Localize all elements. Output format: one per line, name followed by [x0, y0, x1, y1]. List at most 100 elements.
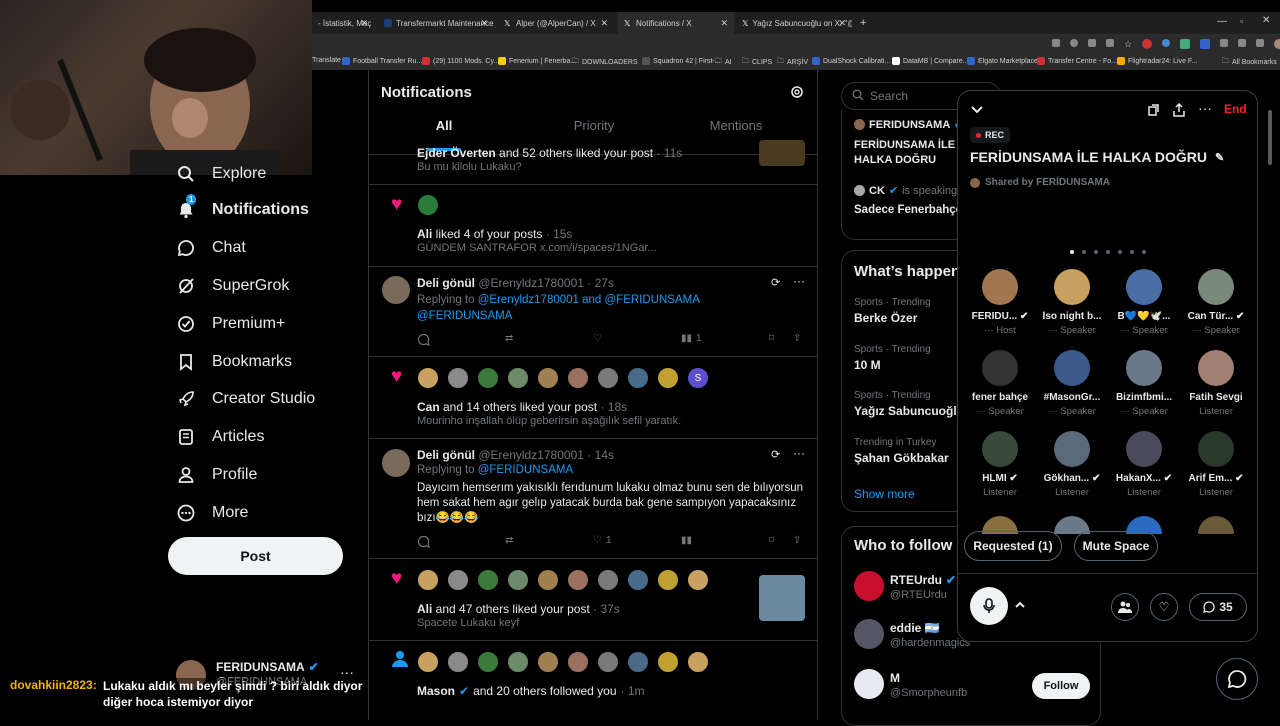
requested-button[interactable]: Requested (1) — [964, 531, 1062, 561]
space-participant[interactable]: Bizimfbmi... ··· Speaker — [1108, 350, 1180, 417]
account-switcher[interactable]: FERIDUNSAMA ✔ — [216, 660, 319, 674]
avatar[interactable] — [537, 569, 559, 591]
avatar[interactable] — [567, 569, 589, 591]
chevron-down-icon[interactable] — [970, 103, 984, 120]
share-button[interactable]: ⇪ — [793, 333, 801, 344]
page-dot[interactable] — [1082, 250, 1086, 254]
address-bar[interactable]: ☆ ⋮ — [312, 34, 1280, 54]
notification-like[interactable]: Can and 14 others liked your post · 18s — [417, 400, 627, 414]
more-icon[interactable]: ··· — [793, 274, 805, 288]
nav-more[interactable]: More — [176, 503, 248, 523]
share-icon[interactable] — [1106, 39, 1114, 47]
bookmark[interactable]: Elgato Marketplace — [967, 57, 1038, 65]
browser-tab[interactable]: - İstatistik, Maç ✕ — [312, 12, 374, 34]
like-button[interactable]: ♡ 1 — [593, 535, 612, 546]
tab-mentions[interactable]: Mentions — [669, 118, 803, 133]
end-space-button[interactable]: End — [1224, 102, 1247, 116]
puzzle-icon[interactable] — [1238, 39, 1247, 47]
trend-item[interactable]: Sports · Trending 10 M — [854, 344, 931, 372]
new-tab-button[interactable]: + — [854, 12, 870, 34]
install-icon[interactable] — [1088, 39, 1096, 47]
scrollbar[interactable] — [1268, 110, 1272, 165]
avatar[interactable] — [537, 367, 559, 389]
bookmark[interactable]: Squadron 42 | First-... — [642, 57, 721, 65]
avatar[interactable] — [1274, 39, 1280, 49]
close-icon[interactable]: ✕ — [838, 18, 846, 29]
page-dot[interactable] — [1070, 250, 1074, 254]
nav-premium[interactable]: Premium+ — [176, 314, 285, 334]
bookmark[interactable]: (29) 1100 Mods. Cy... — [422, 57, 499, 65]
space-participant[interactable]: fener bahçe ··· Speaker — [964, 350, 1036, 417]
notification-like[interactable]: Ali and 47 others liked your post · 37s — [417, 602, 620, 616]
nav-profile[interactable]: Profile — [176, 465, 257, 485]
avatar[interactable] — [597, 367, 619, 389]
follow-button[interactable]: Follow — [1032, 673, 1090, 699]
avatar[interactable] — [417, 367, 439, 389]
avatar[interactable] — [447, 367, 469, 389]
extension-icon[interactable] — [1052, 39, 1060, 47]
follow-suggestion[interactable]: RTEUrdu ✔ — [890, 573, 956, 587]
avatar[interactable] — [447, 569, 469, 591]
nav-bookmarks[interactable]: Bookmarks — [176, 352, 292, 372]
show-more-link[interactable]: Show more — [854, 487, 915, 501]
extension-icon[interactable] — [1180, 39, 1191, 49]
avatar[interactable] — [477, 651, 499, 673]
avatar[interactable] — [477, 569, 499, 591]
more-icon[interactable]: ··· — [1198, 100, 1212, 116]
bookmark[interactable]: Football Transfer Ru... — [342, 57, 422, 65]
close-icon[interactable]: ✕ — [720, 18, 728, 29]
views-button[interactable]: ▮▮ 1 — [681, 333, 702, 344]
avatar[interactable] — [507, 569, 529, 591]
nav-chat[interactable]: Chat — [176, 238, 246, 258]
space-participant[interactable]: B💙💛🕊️... ··· Speaker — [1108, 269, 1180, 336]
space-participant[interactable]: İso night b... ··· Speaker — [1036, 269, 1108, 336]
space-participant[interactable]: Gökhan... ✔ Listener — [1036, 431, 1108, 498]
bookmark-folder[interactable]: 🗀 AI — [715, 57, 732, 68]
avatar[interactable] — [657, 367, 679, 389]
bookmark-button[interactable]: ⌑ — [769, 333, 774, 344]
page-dot[interactable] — [1106, 250, 1110, 254]
browser-tab[interactable]: 𝕏Yağız Sabuncuoğlu on X: "@Be✕ — [736, 12, 852, 34]
share-icon[interactable] — [1172, 102, 1186, 120]
avatar[interactable] — [854, 669, 884, 699]
avatar[interactable]: S — [687, 367, 709, 389]
reply-button[interactable] — [417, 333, 430, 346]
sidebar-icon[interactable] — [1256, 39, 1265, 47]
notification-like[interactable]: Ejder Överten and 52 others liked your p… — [417, 146, 682, 160]
reply-button[interactable] — [417, 535, 430, 548]
avatar[interactable] — [381, 448, 411, 478]
react-button[interactable]: ♡ — [1150, 593, 1178, 621]
bookmark[interactable]: Fenerium | Fenerba... — [498, 57, 576, 65]
avatar[interactable] — [687, 569, 709, 591]
avatar[interactable] — [627, 569, 649, 591]
extension-icon[interactable] — [1162, 39, 1171, 47]
avatar[interactable] — [381, 275, 411, 305]
space-participant[interactable]: HakanX... ✔ Listener — [1108, 431, 1180, 498]
bookmark-folder[interactable]: 🗀 DOWNLOADERS — [572, 57, 638, 68]
avatar[interactable] — [854, 571, 884, 601]
browser-tab-active[interactable]: 𝕏 Notifications / X ✕ — [618, 12, 734, 34]
close-icon[interactable]: ✕ — [360, 18, 368, 29]
space-participant[interactable]: Can Tür... ✔ ··· Speaker — [1180, 269, 1252, 336]
avatar[interactable] — [567, 651, 589, 673]
extension-icon[interactable] — [1142, 39, 1153, 49]
bookmark-folder[interactable]: 🗀 CLIPS — [742, 57, 772, 68]
avatar[interactable] — [627, 367, 649, 389]
bookmark-button[interactable]: ⌑ — [769, 535, 774, 546]
space-participant[interactable]: Fatih Sevgi Listener — [1180, 350, 1252, 417]
post-button[interactable]: Post — [168, 537, 343, 575]
views-button[interactable]: ▮▮ — [681, 535, 692, 546]
nav-notifications[interactable]: 1 Notifications — [176, 194, 309, 220]
notification-follow[interactable]: Mason ✔ and 20 others followed you · 1m — [417, 684, 645, 698]
maximize-icon[interactable]: ▫ — [1240, 16, 1243, 26]
tab-priority[interactable]: Priority — [519, 118, 669, 133]
grok-icon[interactable]: ⟳ — [771, 448, 780, 461]
browser-tab[interactable]: 𝕏 Alper (@AlperCan) / X ✕ — [498, 12, 614, 34]
nav-creator-studio[interactable]: Creator Studio — [176, 389, 315, 409]
bookmark[interactable]: DataMB | Compare... — [892, 57, 969, 65]
follow-suggestion[interactable]: M — [890, 671, 900, 685]
avatar[interactable] — [627, 651, 649, 673]
nav-explore[interactable]: Explore — [176, 164, 266, 184]
avatar[interactable] — [507, 367, 529, 389]
avatar[interactable] — [417, 569, 439, 591]
